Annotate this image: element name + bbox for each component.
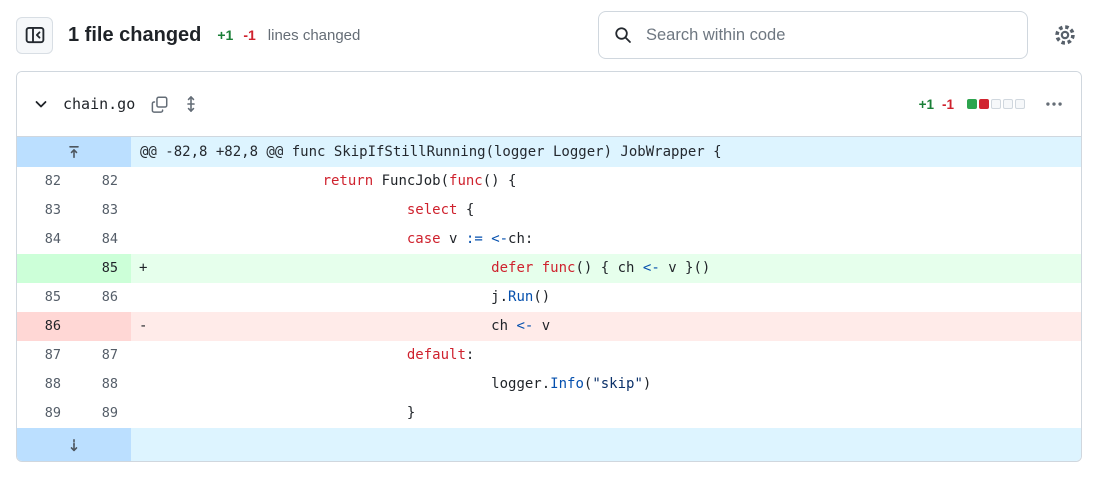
diff-table: @@ -82,8 +82,8 @@ func SkipIfStillRunnin… [17, 136, 1081, 461]
search-icon [614, 26, 632, 44]
drag-handle[interactable] [178, 91, 204, 117]
diff-line-84: 8484 case v := <-ch: [17, 225, 1081, 254]
new-line-number[interactable]: 85 [74, 254, 131, 283]
old-line-number[interactable]: 88 [17, 370, 74, 399]
diff-marker [131, 167, 154, 196]
kebab-icon [1045, 95, 1063, 113]
diff-line-89: 8989 } [17, 399, 1081, 428]
diff-line-86: 86 - ch <- v [17, 312, 1081, 341]
expand-up-button[interactable] [17, 137, 131, 167]
copy-icon [151, 96, 168, 113]
file-deletions: -1 [942, 97, 954, 112]
old-line-number[interactable]: 86 [17, 312, 74, 341]
diff-marker [131, 399, 154, 428]
diff-marker [131, 370, 154, 399]
diff-line-88: 8888 logger.Info("skip") [17, 370, 1081, 399]
diff-line-85: 85+ defer func() { ch <- v }() [17, 254, 1081, 283]
new-line-number[interactable] [74, 312, 131, 341]
diffstat-square-neutral [1003, 99, 1013, 109]
collapse-file-button[interactable] [29, 92, 53, 116]
old-line-number[interactable] [17, 254, 74, 283]
new-line-number[interactable]: 87 [74, 341, 131, 370]
expand-up-icon [66, 144, 82, 160]
diff-line-83: 8383 select { [17, 196, 1081, 225]
file-additions: +1 [919, 97, 934, 112]
code-line: default: [154, 341, 1081, 370]
new-line-number[interactable]: 89 [74, 399, 131, 428]
gear-icon [1053, 23, 1077, 47]
diffstat-square-neutral [991, 99, 1001, 109]
move-arrows-icon [182, 95, 200, 113]
code-line: return FuncJob(func() { [154, 167, 1081, 196]
diff-line-86: 8586 j.Run() [17, 283, 1081, 312]
file-tree-toggle-button[interactable] [16, 17, 53, 54]
diff-marker [131, 283, 154, 312]
search-box [598, 11, 1028, 59]
diffstat-square-neutral [1015, 99, 1025, 109]
hunk-header-row: @@ -82,8 +82,8 @@ func SkipIfStillRunnin… [17, 137, 1081, 167]
copy-path-button[interactable] [147, 92, 172, 117]
code-line: case v := <-ch: [154, 225, 1081, 254]
diffstat [967, 99, 1025, 109]
code-line: j.Run() [154, 283, 1081, 312]
diff-marker: + [131, 254, 154, 283]
settings-button[interactable] [1051, 21, 1079, 49]
diff-line-87: 8787 default: [17, 341, 1081, 370]
expand-row [17, 428, 1081, 461]
code-line: } [154, 399, 1081, 428]
deletions-count: -1 [243, 27, 255, 43]
page-title: 1 file changed [68, 24, 201, 47]
code-line: logger.Info("skip") [154, 370, 1081, 399]
expand-down-icon [66, 437, 82, 453]
old-line-number[interactable]: 84 [17, 225, 74, 254]
lines-changed-label: lines changed [268, 27, 361, 44]
code-line: defer func() { ch <- v }() [154, 254, 1081, 283]
expand-down-button[interactable] [17, 428, 131, 461]
old-line-number[interactable]: 87 [17, 341, 74, 370]
file-name[interactable]: chain.go [63, 95, 135, 113]
old-line-number[interactable]: 85 [17, 283, 74, 312]
hunk-header-text: @@ -82,8 +82,8 @@ func SkipIfStillRunnin… [131, 137, 1081, 167]
new-line-number[interactable]: 86 [74, 283, 131, 312]
additions-count: +1 [217, 27, 233, 43]
diff-panel: chain.go +1 -1 [16, 71, 1082, 462]
file-header: chain.go +1 -1 [17, 72, 1081, 136]
old-line-number[interactable]: 89 [17, 399, 74, 428]
file-options-button[interactable] [1041, 91, 1067, 117]
top-bar: 1 file changed +1 -1 lines changed [0, 0, 1098, 68]
diffstat-square-added [967, 99, 977, 109]
sidebar-collapse-icon [25, 25, 45, 45]
diff-marker [131, 341, 154, 370]
diff-marker [131, 225, 154, 254]
expander-fill [131, 428, 1081, 461]
new-line-number[interactable]: 82 [74, 167, 131, 196]
new-line-number[interactable]: 84 [74, 225, 131, 254]
new-line-number[interactable]: 83 [74, 196, 131, 225]
diff-line-82: 8282 return FuncJob(func() { [17, 167, 1081, 196]
diffstat-square-deleted [979, 99, 989, 109]
chevron-down-icon [33, 96, 49, 112]
diff-marker: - [131, 312, 154, 341]
diff-marker [131, 196, 154, 225]
code-line: select { [154, 196, 1081, 225]
code-search-input[interactable] [598, 11, 1028, 59]
old-line-number[interactable]: 82 [17, 167, 74, 196]
new-line-number[interactable]: 88 [74, 370, 131, 399]
code-line: ch <- v [154, 312, 1081, 341]
old-line-number[interactable]: 83 [17, 196, 74, 225]
